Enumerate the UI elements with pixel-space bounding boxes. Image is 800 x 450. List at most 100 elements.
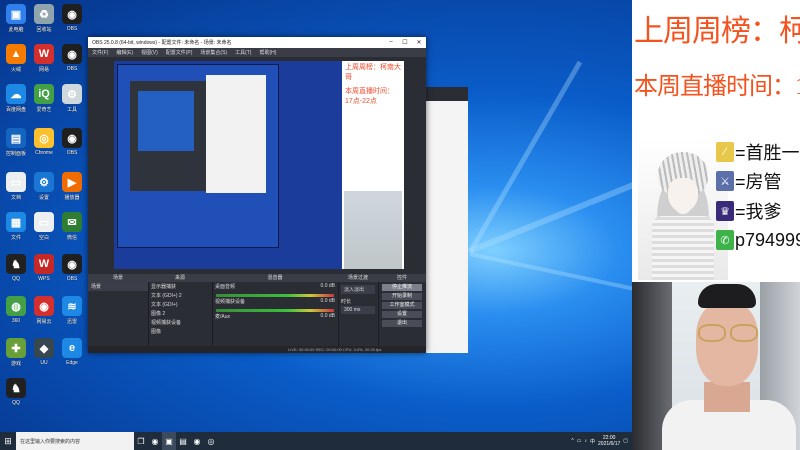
- desktop-icon[interactable]: W WPS: [30, 254, 58, 282]
- mixer-track: 视频捕获设备 0.0 dB: [212, 297, 338, 306]
- desktop-icon[interactable]: ⚙ 设置: [30, 172, 58, 201]
- desktop-icon-label: OBS: [66, 276, 78, 282]
- source-item[interactable]: 视频捕获设备: [148, 318, 212, 327]
- desktop-icon-label: 爱奇艺: [36, 107, 52, 113]
- source-item[interactable]: 显示器捕获: [148, 282, 212, 291]
- desktop-icon-label: 控制面板: [5, 151, 26, 157]
- mixer-dock-header: 混音器: [212, 274, 338, 282]
- legend-row: ⁄ =首胜一局: [716, 140, 800, 164]
- wallpaper-light-beam: [469, 252, 632, 311]
- maximize-icon[interactable]: ☐: [398, 39, 412, 46]
- desktop-icon[interactable]: ≋ 迅雷: [58, 296, 86, 325]
- background-window[interactable]: [426, 87, 468, 353]
- scene-item[interactable]: 场景: [88, 282, 148, 291]
- desktop-icon[interactable]: ✚ 游戏: [2, 338, 30, 367]
- app-icon: ◉: [62, 44, 82, 64]
- app-icon: ♞: [6, 378, 26, 398]
- desktop-icon[interactable]: ♞ QQ: [2, 378, 30, 406]
- obs-statusbar: LIVE: 00:00:00 REC: 00:00:00 CPU: 3.0%, …: [88, 346, 426, 353]
- ime-indicator[interactable]: 中: [590, 438, 595, 445]
- obs-taskbar-icon[interactable]: ◉: [148, 432, 162, 450]
- source-item[interactable]: 文本 (GDI+) 2: [148, 291, 212, 300]
- settings-button[interactable]: 设置: [382, 311, 422, 318]
- exit-button[interactable]: 退出: [382, 320, 422, 327]
- desktop-icon-label: 设置: [38, 195, 49, 201]
- obs-docks: 场景 场景 来源 显示器捕获 文本 (GDI+) 2 文本 (GDI+) 图像 …: [88, 274, 426, 353]
- app-icon: ◎: [34, 128, 54, 148]
- desktop-icon[interactable]: ◆ UU: [30, 338, 58, 366]
- close-icon[interactable]: ✕: [412, 39, 426, 46]
- desktop-icon[interactable]: ◉ 网易云: [30, 296, 58, 325]
- minimize-icon[interactable]: –: [384, 39, 398, 46]
- menu-help[interactable]: 帮助(H): [259, 49, 276, 56]
- desktop-icon[interactable]: ◉ OBS: [58, 254, 86, 282]
- desktop-icon[interactable]: ◉ OBS: [58, 44, 86, 72]
- task-view-icon[interactable]: ❐: [134, 432, 148, 450]
- purple-badge-icon: ♛: [716, 201, 734, 221]
- volume-icon[interactable]: ♪: [585, 438, 588, 444]
- mixer-track: 麦/Aux 0.0 dB: [212, 312, 338, 321]
- source-item[interactable]: 文本 (GDI+): [148, 300, 212, 309]
- app-taskbar-icon[interactable]: ▣: [162, 432, 176, 450]
- desktop-icon[interactable]: ◎ Chrome: [30, 128, 58, 156]
- studio-mode-button[interactable]: 工作室模式: [382, 302, 422, 309]
- desktop-icon[interactable]: ▦ 文件: [2, 212, 30, 241]
- taskbar-search-input[interactable]: 在这里输入你要搜索的内容: [16, 432, 134, 450]
- chevron-up-icon[interactable]: ^: [571, 438, 573, 444]
- desktop-icon[interactable]: ⚙ 工具: [58, 84, 86, 113]
- desktop-icon[interactable]: ♞ QQ: [2, 254, 30, 282]
- desktop-icon[interactable]: W 网易: [30, 44, 58, 73]
- desktop-icon[interactable]: ◉ OBS: [58, 128, 86, 156]
- app-icon: ✉: [62, 212, 82, 232]
- menu-file[interactable]: 文件(F): [92, 49, 108, 56]
- obs-titlebar[interactable]: OBS 25.0.8 (64-bit, windows) - 配置文件: 未命名…: [88, 37, 426, 48]
- desktop-icon[interactable]: ☁ 百度网盘: [2, 84, 30, 113]
- source-item[interactable]: 图像 2: [148, 309, 212, 318]
- clock-date: 2021/6/17: [598, 441, 621, 447]
- browser-taskbar-icon[interactable]: ◎: [204, 432, 218, 450]
- windows-start-icon[interactable]: ⊞: [0, 432, 16, 450]
- menu-edit[interactable]: 编辑(E): [116, 49, 133, 56]
- app-icon: W: [34, 254, 54, 274]
- desktop-icon-grid: ▣ 此电脑 ♻ 回收站 ◉ OBS ▲ 火绒 W 网易 ◉ OBS ☁ 百度网盘 iQ 爱奇艺 ⚙ 工具 ▤ 控制面板…: [0, 0, 90, 432]
- network-icon[interactable]: ▭: [577, 438, 582, 444]
- source-item[interactable]: 图像: [148, 327, 212, 336]
- duration-input[interactable]: 300 ms: [341, 306, 375, 314]
- desktop-icon[interactable]: iQ 爱奇艺: [30, 84, 58, 113]
- menu-view[interactable]: 视图(V): [141, 49, 158, 56]
- notification-icon[interactable]: ▢: [623, 438, 628, 444]
- taskbar-clock[interactable]: 22:00 2021/6/17: [598, 435, 620, 447]
- desktop-icon[interactable]: ◍ 360: [2, 296, 30, 324]
- desktop-icon[interactable]: ▶ 播放器: [58, 172, 86, 201]
- desktop-icon[interactable]: ▲ 火绒: [2, 44, 30, 73]
- scenes-dock-header: 场景: [88, 274, 148, 282]
- desktop-icon[interactable]: ♻ 回收站: [30, 4, 58, 33]
- desktop-icon[interactable]: e Edge: [58, 338, 86, 366]
- desktop-icon[interactable]: ▭ 文档: [2, 172, 30, 201]
- desktop-icon[interactable]: ▣ 此电脑: [2, 4, 30, 33]
- desktop-icon-label: 迅雷: [66, 319, 77, 325]
- obs-window[interactable]: OBS 25.0.8 (64-bit, windows) - 配置文件: 未命名…: [88, 37, 426, 353]
- stop-streaming-button[interactable]: 停止推流: [382, 284, 422, 291]
- desktop-icon-label: 游戏: [10, 361, 21, 367]
- obs-preview-canvas[interactable]: 上周周榜：柯南大哥 本周直播时间：17点-22点: [114, 61, 404, 269]
- app-icon: ◉: [34, 296, 54, 316]
- desktop-icon-label: 空白: [38, 235, 49, 241]
- app-icon: ♻: [34, 4, 54, 24]
- explorer-taskbar-icon[interactable]: ▤: [176, 432, 190, 450]
- weekly-ranking-title: 上周周榜：柯南大哥: [634, 15, 800, 48]
- controls-dock: 控件 停止推流 开始录制 工作室模式 设置 退出: [378, 274, 426, 353]
- nested-desktop-capture: [117, 64, 279, 248]
- desktop-icon[interactable]: ▤ 控制面板: [2, 128, 30, 157]
- menu-tools[interactable]: 工具(T): [235, 49, 251, 56]
- desktop-icon[interactable]: ▭ 空白: [30, 212, 58, 241]
- menu-profile[interactable]: 配置文件(P): [166, 49, 193, 56]
- menu-scene-collection[interactable]: 场景集合(S): [200, 49, 227, 56]
- transition-select[interactable]: 淡入淡出: [341, 285, 375, 294]
- start-recording-button[interactable]: 开始录制: [382, 293, 422, 300]
- obs-taskbar-icon[interactable]: ◉: [190, 432, 204, 450]
- mixer-track-level: 0.0 dB: [320, 298, 335, 304]
- desktop-icon-label: 回收站: [36, 27, 52, 33]
- desktop-icon[interactable]: ◉ OBS: [58, 4, 86, 32]
- desktop-icon[interactable]: ✉ 微信: [58, 212, 86, 241]
